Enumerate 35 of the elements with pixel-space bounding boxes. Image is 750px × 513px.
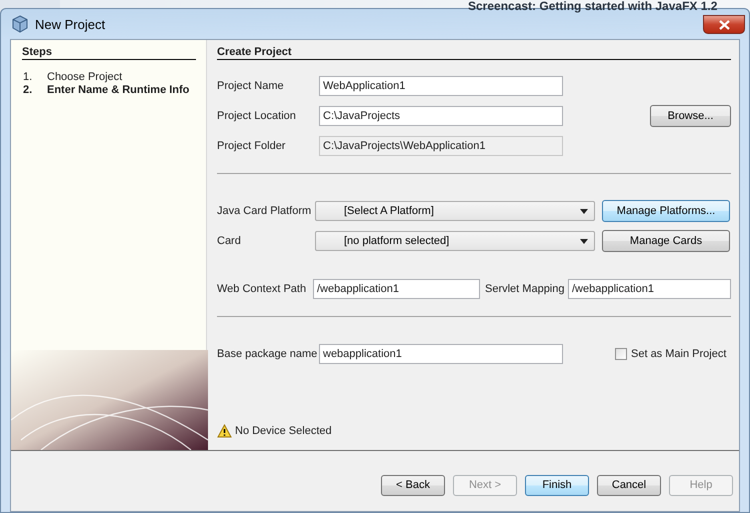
field-label: Web Context Path (217, 283, 308, 295)
text-field[interactable]: /webapplication1 (313, 279, 480, 299)
field-label: Servlet Mapping (485, 283, 566, 295)
text-field[interactable]: C:\JavaProjects\WebApplication1 (319, 136, 563, 156)
section-heading: Create Project (217, 46, 731, 60)
dropdown[interactable]: [no platform selected] (315, 231, 595, 251)
field-label: Project Folder (217, 140, 286, 152)
text-field[interactable]: C:\JavaProjects (319, 106, 563, 126)
text-field[interactable]: WebApplication1 (319, 76, 563, 96)
wizard-button[interactable]: Cancel (597, 474, 661, 496)
field-label: Project Name (217, 80, 285, 92)
close-button[interactable] (703, 15, 745, 34)
browse-button[interactable]: Browse... (650, 105, 731, 127)
text-field[interactable]: /webapplication1 (568, 279, 731, 299)
dropdown-arrow-icon (580, 238, 588, 244)
cube-icon (11, 15, 29, 33)
dropdown-arrow-icon (580, 208, 588, 214)
steps-heading: Steps (22, 46, 196, 60)
warning-icon (217, 424, 232, 438)
text-field[interactable]: webapplication1 (319, 344, 563, 364)
field-label: Card (217, 235, 242, 247)
manage-button[interactable]: Manage Platforms... (602, 200, 730, 222)
close-icon (718, 20, 730, 30)
step-item: 2. Enter Name & Runtime Info (23, 84, 190, 96)
field-label: Project Location (217, 110, 297, 122)
main-project-checkbox[interactable]: Set as Main Project (615, 348, 726, 360)
field-label: Base package name (217, 348, 318, 360)
manage-button[interactable]: Manage Cards (602, 230, 730, 252)
wizard-button[interactable]: Finish (525, 474, 589, 496)
dropdown[interactable]: [Select A Platform] (315, 201, 595, 221)
field-label: Java Card Platform (217, 205, 312, 217)
window-title: New Project (35, 16, 106, 32)
status-message: No Device Selected (235, 425, 332, 437)
wizard-button[interactable]: < Back (381, 474, 445, 496)
step-item: 1. Choose Project (23, 71, 124, 83)
